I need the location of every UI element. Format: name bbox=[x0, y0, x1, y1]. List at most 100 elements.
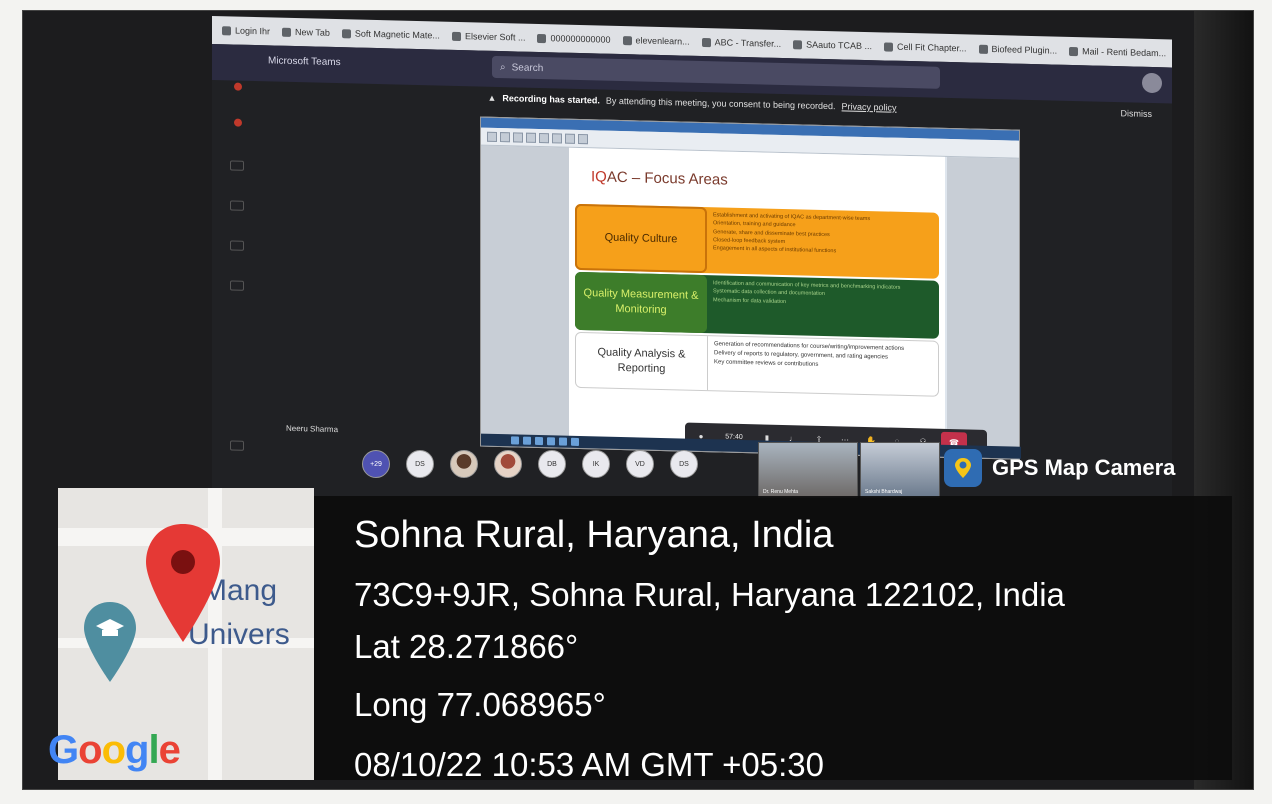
google-logo-letter: o bbox=[78, 728, 102, 772]
toolbar-icon[interactable] bbox=[565, 133, 575, 144]
row-label: Quality Analysis & Reporting bbox=[576, 332, 708, 391]
participant-photo-avatar[interactable] bbox=[450, 450, 478, 478]
start-icon[interactable] bbox=[511, 436, 519, 445]
teams-icon[interactable] bbox=[230, 160, 244, 171]
toolbar-icon[interactable] bbox=[539, 132, 549, 143]
chat-badge-icon[interactable] bbox=[234, 118, 242, 127]
browser-tab[interactable]: Elsevier Soft ... bbox=[448, 29, 530, 45]
tab-label: SAauto TCAB ... bbox=[806, 39, 872, 52]
taskbar-app-icon[interactable] bbox=[559, 437, 567, 446]
university-pin-icon bbox=[84, 602, 136, 682]
tab-favicon-icon bbox=[282, 27, 292, 37]
browser-tab[interactable]: Biofeed Plugin... bbox=[975, 42, 1062, 58]
google-logo-letter: l bbox=[148, 728, 159, 772]
tab-label: Elsevier Soft ... bbox=[464, 31, 526, 43]
address-line: 73C9+9JR, Sohna Rural, Haryana 122102, I… bbox=[354, 576, 1065, 613]
tab-favicon-icon bbox=[341, 28, 351, 38]
gps-brand: GPS Map Camera bbox=[944, 446, 1244, 490]
browser-tab[interactable]: Login Ihr bbox=[218, 23, 274, 38]
browser-window: Login Ihr New Tab Soft Magnetic Mate... Els… bbox=[212, 16, 1172, 520]
toolbar-icon[interactable] bbox=[526, 132, 536, 143]
participant-avatar[interactable]: IK bbox=[582, 450, 610, 478]
speaker-name: Neeru Sharma bbox=[286, 423, 339, 435]
toolbar-icon[interactable] bbox=[487, 131, 497, 142]
participant-avatar[interactable]: VD bbox=[626, 450, 654, 478]
toolbar-icon[interactable] bbox=[578, 133, 588, 144]
user-avatar[interactable] bbox=[1142, 72, 1162, 94]
calls-icon[interactable] bbox=[230, 240, 244, 251]
tab-favicon-icon bbox=[222, 25, 231, 35]
gps-camera-icon bbox=[944, 449, 982, 487]
tab-label: Soft Magnetic Mate... bbox=[354, 28, 440, 41]
taskbar-app-icon[interactable] bbox=[535, 436, 543, 446]
teams-left-rail bbox=[212, 80, 260, 481]
warning-icon: ▲ bbox=[487, 92, 497, 103]
slide-title-prefix: IQ bbox=[591, 168, 607, 186]
browser-tab[interactable]: ABC - Transfer... bbox=[698, 35, 786, 51]
video-tile-name: Dr. Renu Mehta bbox=[763, 489, 799, 495]
privacy-link[interactable]: Privacy policy bbox=[842, 101, 897, 112]
browser-tab[interactable]: 000000000000 bbox=[533, 31, 614, 47]
taskbar-app-icon[interactable] bbox=[547, 437, 555, 446]
tab-favicon-icon bbox=[793, 39, 803, 49]
tab-label: Biofeed Plugin... bbox=[991, 44, 1058, 56]
calendar-icon[interactable] bbox=[230, 200, 244, 211]
files-icon[interactable] bbox=[230, 280, 244, 291]
datetime: 08/10/22 10:53 AM GMT +05:30 bbox=[354, 746, 824, 783]
tab-label: 000000000000 bbox=[550, 33, 611, 45]
dismiss-button[interactable]: Dismiss bbox=[1121, 108, 1153, 119]
location-pin-icon bbox=[146, 524, 220, 642]
tab-favicon-icon bbox=[701, 37, 711, 47]
browser-tab[interactable]: Cell Fit Chapter... bbox=[880, 39, 971, 55]
participant-strip: +29 DS DB IK VD DS bbox=[362, 450, 698, 478]
apps-icon[interactable] bbox=[230, 440, 244, 451]
video-tile[interactable]: Sakshi Bhardwaj bbox=[860, 442, 940, 498]
search-input[interactable]: ⌕ Search bbox=[492, 55, 940, 89]
google-logo-letter: G bbox=[48, 728, 79, 772]
tab-label: Mail - Renti Bedam... bbox=[1082, 46, 1167, 59]
latitude: Lat 28.271866° bbox=[354, 628, 579, 665]
participant-avatar[interactable]: DS bbox=[406, 450, 434, 478]
google-logo-letter: o bbox=[101, 728, 126, 772]
toolbar-icon[interactable] bbox=[552, 132, 562, 144]
row-bullets: Generation of recommendations for course… bbox=[714, 340, 932, 372]
more-participants[interactable]: +29 bbox=[362, 450, 390, 478]
shared-side-left bbox=[481, 145, 569, 438]
video-tile[interactable]: Dr. Renu Mehta bbox=[758, 442, 858, 498]
photo-page: Login Ihr New Tab Soft Magnetic Mate... Els… bbox=[0, 0, 1272, 804]
browser-tab[interactable]: SAauto TCAB ... bbox=[789, 37, 876, 53]
row-label: Quality Measurement & Monitoring bbox=[575, 271, 707, 334]
toolbar-icon[interactable] bbox=[513, 131, 523, 143]
toolbar-icon[interactable] bbox=[500, 131, 510, 142]
tab-favicon-icon bbox=[978, 44, 988, 54]
longitude: Long 77.068965° bbox=[354, 686, 606, 723]
slide-title-rest: AC – Focus Areas bbox=[606, 168, 728, 189]
row-bullets: Identification and communication of key … bbox=[713, 279, 933, 309]
recording-bold: Recording has started. bbox=[502, 93, 600, 106]
activity-badge-icon[interactable] bbox=[234, 82, 242, 91]
gps-info-panel: Sohna Rural, Haryana, India 73C9+9JR, So… bbox=[314, 496, 1232, 783]
browser-tab[interactable]: Mail - Renti Bedam... bbox=[1065, 44, 1170, 61]
shared-screen: IQAC – Focus Areas Quality Culture Estab… bbox=[480, 116, 1021, 460]
browser-tab[interactable]: New Tab bbox=[278, 25, 334, 40]
row-label: Quality Culture bbox=[575, 203, 707, 274]
tab-label: Login Ihr bbox=[235, 25, 271, 37]
browser-tab[interactable]: Soft Magnetic Mate... bbox=[338, 26, 444, 43]
taskbar-app-icon[interactable] bbox=[523, 436, 531, 445]
focus-row-analysis: Quality Analysis & Reporting Generation … bbox=[575, 331, 939, 397]
row-bullets: Establishment and activating of IQAC as … bbox=[713, 211, 933, 258]
recording-text: By attending this meeting, you consent t… bbox=[605, 95, 836, 112]
focus-row-measurement: Quality Measurement & Monitoring Identif… bbox=[575, 271, 939, 339]
browser-tab[interactable]: elevenlearn... bbox=[619, 33, 694, 49]
tab-favicon-icon bbox=[537, 33, 547, 43]
participant-photo-avatar[interactable] bbox=[494, 450, 522, 478]
taskbar-app-icon[interactable] bbox=[571, 437, 579, 446]
tab-label: Cell Fit Chapter... bbox=[897, 41, 967, 54]
tab-label: elevenlearn... bbox=[635, 35, 690, 47]
tab-favicon-icon bbox=[1069, 46, 1079, 56]
location-title: Sohna Rural, Haryana, India bbox=[354, 514, 834, 556]
google-logo-letter: g bbox=[125, 728, 149, 772]
participant-avatar[interactable]: DB bbox=[538, 450, 566, 478]
tab-favicon-icon bbox=[451, 31, 461, 41]
participant-avatar[interactable]: DS bbox=[670, 450, 698, 478]
